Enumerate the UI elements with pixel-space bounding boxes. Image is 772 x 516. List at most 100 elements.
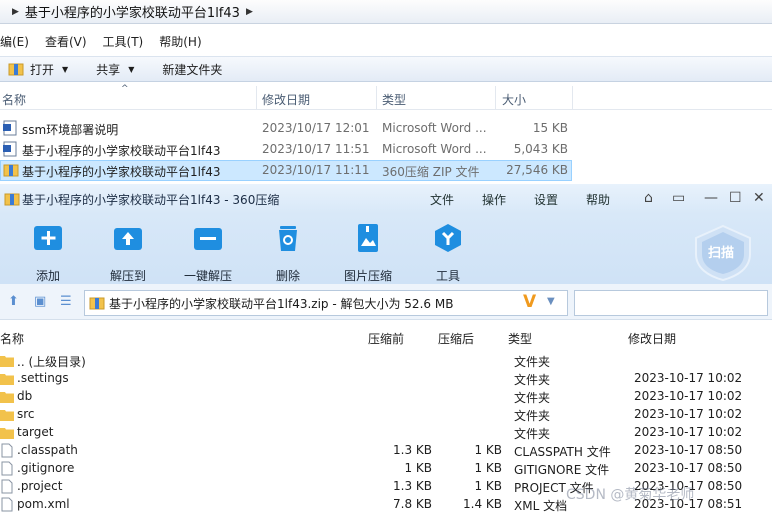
- scan-button[interactable]: 扫描: [690, 224, 756, 282]
- new-folder-button[interactable]: 新建文件夹: [162, 61, 222, 78]
- col-type[interactable]: 类型: [382, 91, 406, 108]
- col-after[interactable]: 压缩后: [438, 330, 474, 347]
- chevron-right-icon[interactable]: ▶: [12, 7, 19, 17]
- entry-name: db: [17, 389, 33, 403]
- entry-name: .settings: [17, 371, 69, 385]
- col-before[interactable]: 压缩前: [368, 330, 404, 347]
- col-name[interactable]: 名称: [0, 330, 24, 347]
- table-row[interactable]: .settings 文件夹 2023-10-17 10:02: [0, 370, 772, 388]
- menu-help[interactable]: 帮助(H): [159, 33, 201, 50]
- toolbar: 打开 ▼ 共享 ▼ 新建文件夹: [0, 56, 772, 82]
- menu-tools[interactable]: 工具(T): [103, 33, 144, 50]
- tools-icon: [435, 224, 461, 252]
- menu-edit[interactable]: 编(E): [0, 33, 29, 50]
- feedback-icon[interactable]: ▭: [672, 190, 685, 206]
- maximize-icon[interactable]: ☐: [729, 190, 742, 206]
- file-list: ssm环境部署说明 2023/10/17 12:01 Microsoft Wor…: [0, 118, 772, 181]
- close-icon[interactable]: ✕: [753, 190, 765, 206]
- file-icon: [1, 497, 13, 512]
- entry-type: 文件夹: [514, 427, 551, 441]
- entry-type: 文件夹: [514, 355, 551, 369]
- word-doc-icon: [3, 141, 17, 157]
- search-input[interactable]: [574, 290, 768, 316]
- entry-size-after: 1 KB: [474, 443, 502, 457]
- extract-to-button[interactable]: 解压到: [96, 222, 160, 284]
- folder-icon: [0, 428, 14, 439]
- zip-file-icon: [8, 63, 24, 76]
- entry-size-after: 1 KB: [474, 479, 502, 493]
- entry-type: 文件夹: [514, 373, 551, 387]
- column-header: 名称 ^ 修改日期 类型 大小: [0, 84, 772, 110]
- dropdown-icon[interactable]: ▼: [547, 296, 555, 307]
- chevron-right-icon[interactable]: ▶: [246, 7, 253, 17]
- entry-size-after: 1 KB: [474, 461, 502, 475]
- delete-button[interactable]: 删除: [256, 222, 320, 284]
- entry-size-after: 1.4 KB: [463, 497, 502, 511]
- entry-type: XML 文档: [514, 499, 568, 513]
- archive-path-field[interactable]: 基于小程序的小学家校联动平台1lf43.zip - 解包大小为 52.6 MB …: [84, 290, 568, 316]
- list-item-selected[interactable]: 基于小程序的小学家校联动平台1lf43 2023/10/17 11:11 360…: [0, 160, 572, 181]
- menu-file[interactable]: 文件: [430, 191, 454, 208]
- table-row[interactable]: db 文件夹 2023-10-17 10:02: [0, 388, 772, 406]
- entry-type: 文件夹: [514, 409, 551, 423]
- column-header: 名称 压缩前 压缩后 类型 修改日期: [0, 328, 772, 348]
- table-row[interactable]: .. (上级目录) 文件夹: [0, 352, 772, 370]
- thumbnail-view-icon[interactable]: ▣: [34, 294, 46, 309]
- table-row[interactable]: .classpath 1.3 KB 1 KB CLASSPATH 文件 2023-10-…: [0, 442, 772, 460]
- folder-icon: [0, 356, 14, 367]
- list-item[interactable]: ssm环境部署说明 2023/10/17 12:01 Microsoft Wor…: [0, 118, 772, 139]
- v-logo-icon[interactable]: V: [523, 292, 536, 312]
- tools-button[interactable]: 工具: [416, 222, 480, 284]
- menu-settings[interactable]: 设置: [534, 191, 558, 208]
- entry-name: .classpath: [17, 443, 78, 457]
- table-row[interactable]: .gitignore 1 KB 1 KB GITIGNORE 文件 2023-10-17…: [0, 460, 772, 478]
- table-row[interactable]: src 文件夹 2023-10-17 10:02: [0, 406, 772, 424]
- window-title: 基于小程序的小学家校联动平台1lf43 - 360压缩: [22, 192, 280, 207]
- col-type[interactable]: 类型: [508, 330, 532, 347]
- zip-app-icon: [4, 193, 20, 206]
- folder-icon: [0, 374, 14, 385]
- entry-size-before: 1.3 KB: [393, 479, 432, 493]
- col-name[interactable]: 名称: [2, 91, 26, 108]
- breadcrumb[interactable]: 基于小程序的小学家校联动平台1lf43: [25, 2, 240, 21]
- entry-name: pom.xml: [17, 497, 70, 511]
- minimize-icon[interactable]: —: [704, 190, 718, 206]
- open-button[interactable]: 打开 ▼: [8, 61, 68, 78]
- menu-help[interactable]: 帮助: [586, 191, 610, 208]
- table-row[interactable]: target 文件夹 2023-10-17 10:02: [0, 424, 772, 442]
- col-size[interactable]: 大小: [502, 91, 526, 108]
- up-arrow-icon[interactable]: ⬆: [8, 294, 19, 309]
- list-view-icon[interactable]: ☰: [60, 294, 72, 309]
- word-doc-icon: [3, 120, 17, 136]
- col-date[interactable]: 修改日期: [262, 91, 310, 108]
- one-click-extract-icon: [194, 228, 222, 250]
- add-icon: [34, 226, 62, 250]
- share-button[interactable]: 共享 ▼: [96, 61, 134, 78]
- zip-file-icon: [89, 297, 105, 310]
- menu-view[interactable]: 查看(V): [45, 33, 87, 50]
- add-button[interactable]: 添加: [16, 222, 80, 284]
- zip-window: 基于小程序的小学家校联动平台1lf43 - 360压缩 文件 操作 设置 帮助 …: [0, 184, 772, 516]
- list-item[interactable]: 基于小程序的小学家校联动平台1lf43 2023/10/17 11:51 Mic…: [0, 139, 772, 160]
- skin-icon[interactable]: ⌂: [644, 190, 653, 206]
- file-icon: [1, 461, 13, 476]
- entry-modified: 2023-10-17 10:02: [634, 371, 743, 385]
- entry-name: .gitignore: [17, 461, 75, 475]
- address-bar[interactable]: ▶ 基于小程序的小学家校联动平台1lf43 ▶: [0, 0, 772, 24]
- one-click-extract-button[interactable]: 一键解压: [176, 222, 240, 284]
- tool-bar: 添加 解压到 一键解压 删除 图片压缩 工具 扫描: [0, 214, 772, 284]
- file-icon: [1, 443, 13, 458]
- entry-size-before: 1 KB: [404, 461, 432, 475]
- entry-modified: 2023-10-17 10:02: [634, 407, 743, 421]
- entry-name: src: [17, 407, 35, 421]
- entry-name: .project: [17, 479, 63, 493]
- col-modified[interactable]: 修改日期: [628, 330, 676, 347]
- caret-down-icon: ▼: [128, 64, 135, 74]
- entry-modified: 2023-10-17 08:50: [634, 443, 743, 457]
- navigation-bar: ⬆ ▣ ☰ 基于小程序的小学家校联动平台1lf43.zip - 解包大小为 52…: [0, 284, 772, 320]
- extract-icon: [114, 228, 142, 250]
- entry-size-before: 7.8 KB: [393, 497, 432, 511]
- menu-action[interactable]: 操作: [482, 191, 506, 208]
- image-compress-button[interactable]: 图片压缩: [336, 222, 400, 284]
- watermark: CSDN @黄菊华老师: [566, 487, 695, 503]
